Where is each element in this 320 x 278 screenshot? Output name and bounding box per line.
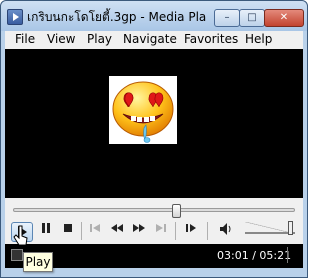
mouse-cursor-icon — [13, 225, 28, 246]
fast-forward-icon — [133, 224, 145, 232]
speaker-icon — [220, 223, 231, 235]
smiley-face-icon — [112, 81, 174, 143]
time-display: 03:01 / 05:21 — [217, 249, 292, 262]
volume-thumb[interactable] — [288, 221, 293, 235]
seek-thumb[interactable] — [171, 204, 181, 218]
video-area[interactable] — [5, 49, 303, 198]
menu-help[interactable]: Help — [245, 32, 272, 46]
menu-bar: File View Play Navigate Favorites Help — [5, 31, 303, 49]
pause-icon — [42, 223, 50, 233]
playback-controls — [5, 198, 303, 244]
menu-navigate[interactable]: Navigate — [123, 32, 177, 46]
control-separator — [81, 222, 82, 240]
skip-forward-icon — [156, 224, 166, 232]
media-player-app-icon — [7, 9, 23, 25]
status-grip — [287, 247, 299, 263]
menu-play[interactable]: Play — [87, 32, 112, 46]
menu-favorites[interactable]: Favorites — [184, 32, 238, 46]
frame-step-button[interactable] — [183, 222, 199, 240]
minimize-button[interactable]: – — [214, 9, 240, 27]
media-player-window: เกริบนกะโดโยตี้.3gp - Media Pla... – □ ✕… — [0, 0, 308, 278]
stop-button[interactable] — [61, 222, 75, 240]
skip-back-icon — [90, 224, 100, 232]
mute-button[interactable] — [217, 222, 235, 240]
menu-view[interactable]: View — [47, 32, 75, 46]
fast-forward-button[interactable] — [131, 222, 147, 240]
next-button[interactable] — [153, 222, 169, 240]
frame-step-icon — [186, 224, 196, 232]
close-button[interactable]: ✕ — [264, 9, 304, 27]
control-separator — [175, 222, 176, 240]
video-frame-emoji-image — [109, 76, 177, 144]
play-tooltip: Play — [23, 252, 53, 272]
control-separator — [207, 222, 208, 240]
rewind-button[interactable] — [109, 222, 125, 240]
maximize-button[interactable]: □ — [239, 9, 265, 27]
stop-icon — [64, 224, 72, 232]
menu-file[interactable]: File — [15, 32, 35, 46]
status-media-icon — [11, 249, 23, 261]
pause-button[interactable] — [39, 222, 53, 240]
title-bar[interactable]: เกริบนกะโดโยตี้.3gp - Media Pla... – □ ✕ — [1, 1, 307, 31]
window-title: เกริบนกะโดโยตี้.3gp - Media Pla... — [27, 10, 207, 24]
rewind-icon — [111, 224, 123, 232]
previous-button[interactable] — [87, 222, 103, 240]
seek-bar[interactable] — [13, 208, 295, 212]
